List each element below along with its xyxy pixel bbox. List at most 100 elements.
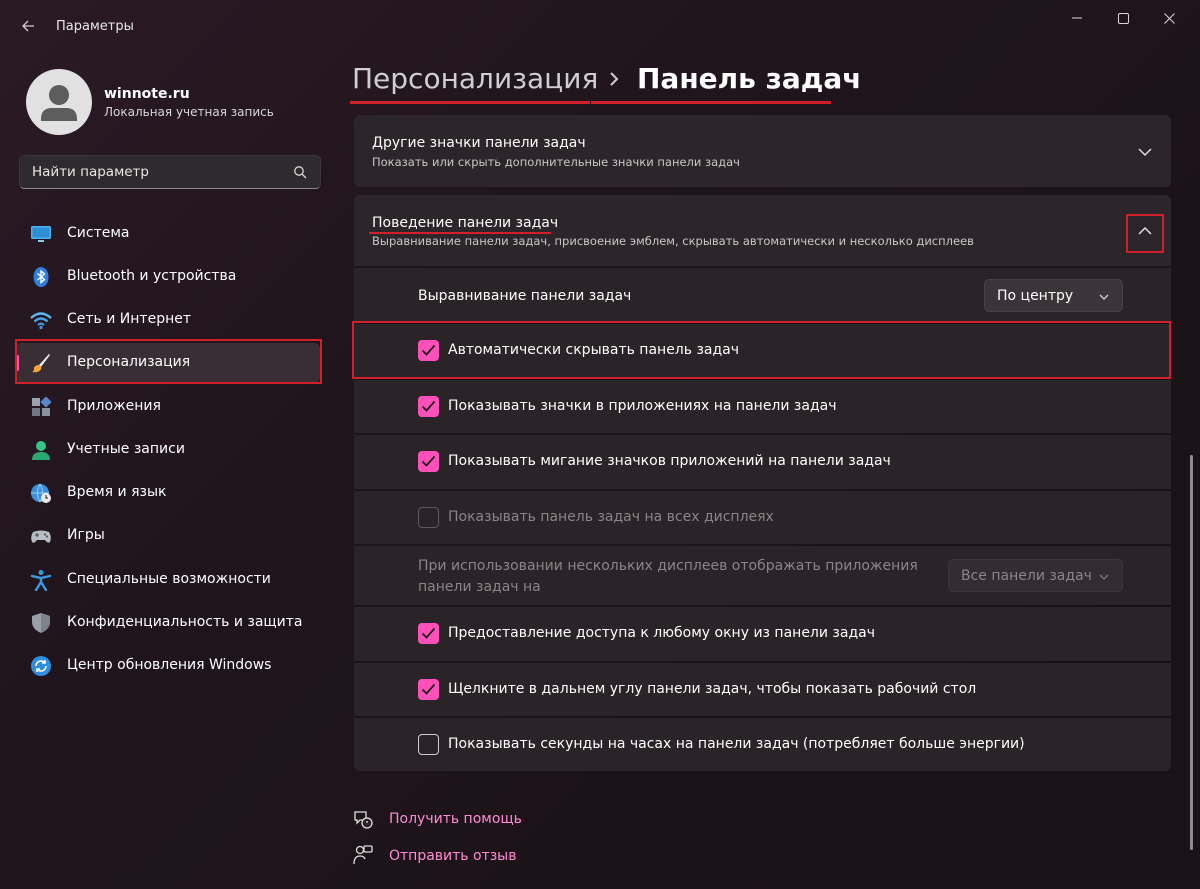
multi-display-row: При использовании нескольких дисплеев от… [354, 546, 1171, 605]
alignment-row: Выравнивание панели задач По центру [354, 268, 1171, 323]
sidebar-item-gaming[interactable]: Игры [16, 516, 320, 556]
taskbar-behavior-section[interactable]: Поведение панели задач Выравнивание пане… [354, 195, 1171, 266]
title-bar: Параметры [0, 0, 1200, 52]
show-badges-label: Показывать значки в приложениях на панел… [448, 398, 837, 414]
section-title: Поведение панели задач [372, 215, 559, 231]
chevron-right-icon [610, 72, 619, 86]
highlight-expand-button [1126, 214, 1164, 253]
wifi-icon [30, 312, 52, 330]
sidebar-item-label: Приложения [67, 398, 161, 414]
show-badges-row[interactable]: Показывать значки в приложениях на панел… [354, 380, 1171, 433]
apps-icon [32, 396, 52, 416]
sidebar-item-label: Игры [67, 527, 105, 543]
all-displays-checkbox [418, 507, 439, 528]
search-input[interactable] [32, 164, 282, 180]
close-icon [1163, 12, 1175, 24]
all-displays-label: Показывать панель задач на всех дисплеях [448, 509, 774, 525]
minimize-button[interactable] [1054, 0, 1100, 36]
profile-name: winnote.ru [104, 86, 190, 102]
monitor-icon [31, 226, 51, 242]
sidebar-item-label: Сеть и Интернет [67, 311, 191, 327]
show-flashing-checkbox[interactable] [418, 451, 439, 472]
accessibility-icon [30, 570, 52, 591]
underline-behavior-title [369, 232, 551, 234]
dropdown-value: Все панели задач [961, 568, 1092, 584]
sidebar-item-label: Центр обновления Windows [67, 657, 272, 673]
sidebar-item-accessibility[interactable]: Специальные возможности [16, 560, 320, 600]
get-help-link[interactable]: Получить помощь [389, 811, 522, 827]
multi-display-label-line2: панели задач на [418, 579, 541, 595]
sidebar-item-label: Система [67, 225, 130, 241]
sidebar-item-bluetooth[interactable]: Bluetooth и устройства [16, 257, 320, 297]
checkmark-icon [421, 455, 436, 467]
chevron-down-icon [1099, 294, 1109, 300]
sidebar-item-label: Bluetooth и устройства [67, 268, 237, 284]
section-subtitle: Выравнивание панели задач, присвоение эм… [372, 234, 974, 248]
show-flashing-row[interactable]: Показывать мигание значков приложений на… [354, 435, 1171, 489]
show-seconds-checkbox[interactable] [418, 734, 439, 755]
sidebar-item-system[interactable]: Система [16, 214, 320, 254]
show-badges-checkbox[interactable] [418, 396, 439, 417]
minimize-icon [1072, 17, 1082, 19]
feedback-icon [353, 845, 373, 865]
maximize-icon [1117, 12, 1129, 24]
multi-display-dropdown: Все панели задач [948, 559, 1123, 592]
checkmark-icon [421, 627, 436, 639]
person-placeholder-icon [41, 85, 77, 121]
checkmark-icon [421, 683, 436, 695]
person-icon [32, 441, 50, 460]
show-seconds-label: Показывать секунды на часах на панели за… [448, 736, 1025, 752]
scrollbar[interactable] [1190, 455, 1193, 850]
profile-account-type: Локальная учетная запись [104, 105, 274, 119]
section-subtitle: Показать или скрыть дополнительные значк… [372, 155, 740, 169]
search-icon [294, 166, 307, 179]
globe-clock-icon [31, 483, 51, 503]
gamepad-icon [31, 530, 51, 543]
far-corner-row[interactable]: Щелкните в дальнем углу панели задач, чт… [354, 663, 1171, 716]
share-window-label: Предоставление доступа к любому окну из … [448, 625, 875, 641]
show-flashing-label: Показывать мигание значков приложений на… [448, 453, 891, 469]
send-feedback-link[interactable]: Отправить отзыв [389, 848, 516, 864]
underline-breadcrumb-parent [350, 101, 590, 104]
maximize-button[interactable] [1100, 0, 1146, 36]
highlight-personalization [15, 339, 322, 384]
show-seconds-row[interactable]: Показывать секунды на часах на панели за… [354, 718, 1171, 771]
avatar[interactable] [26, 69, 92, 135]
highlight-auto-hide-row [352, 321, 1171, 379]
breadcrumb-parent[interactable]: Персонализация [352, 62, 598, 95]
all-displays-row: Показывать панель задач на всех дисплеях [354, 491, 1171, 544]
multi-display-label-line1: При использовании нескольких дисплеев от… [418, 558, 918, 574]
far-corner-checkbox[interactable] [418, 679, 439, 700]
sidebar-item-privacy[interactable]: Конфиденциальность и защита [16, 603, 320, 643]
search-box[interactable] [19, 155, 321, 189]
sidebar-item-windows-update[interactable]: Центр обновления Windows [16, 646, 320, 686]
chevron-down-icon [1138, 148, 1152, 157]
far-corner-label: Щелкните в дальнем углу панели задач, чт… [448, 681, 977, 697]
underline-page-title [591, 101, 831, 104]
other-icons-section[interactable]: Другие значки панели задач Показать или … [354, 115, 1171, 187]
section-title: Другие значки панели задач [372, 135, 586, 151]
shield-icon [32, 613, 50, 633]
sidebar-item-time-language[interactable]: Время и язык [16, 473, 320, 513]
app-title: Параметры [56, 19, 134, 34]
chevron-down-icon [1099, 574, 1109, 580]
sidebar-item-label: Учетные записи [67, 441, 185, 457]
share-window-row[interactable]: Предоставление доступа к любому окну из … [354, 607, 1171, 661]
alignment-dropdown[interactable]: По центру [984, 279, 1123, 312]
dropdown-value: По центру [997, 288, 1074, 304]
arrow-left-icon [22, 20, 34, 32]
update-icon [31, 656, 51, 676]
sidebar-item-label: Время и язык [67, 484, 167, 500]
page-title: Панель задач [637, 62, 862, 95]
sidebar-item-network[interactable]: Сеть и Интернет [16, 300, 320, 340]
bluetooth-icon [33, 267, 49, 287]
sidebar-item-label: Специальные возможности [67, 571, 271, 587]
alignment-label: Выравнивание панели задач [418, 288, 632, 304]
back-button[interactable] [16, 14, 40, 38]
close-button[interactable] [1146, 0, 1192, 36]
checkmark-icon [421, 400, 436, 412]
sidebar-item-apps[interactable]: Приложения [16, 387, 320, 427]
share-window-checkbox[interactable] [418, 623, 439, 644]
sidebar-item-accounts[interactable]: Учетные записи [16, 430, 320, 470]
sidebar-item-label: Конфиденциальность и защита [67, 614, 303, 630]
